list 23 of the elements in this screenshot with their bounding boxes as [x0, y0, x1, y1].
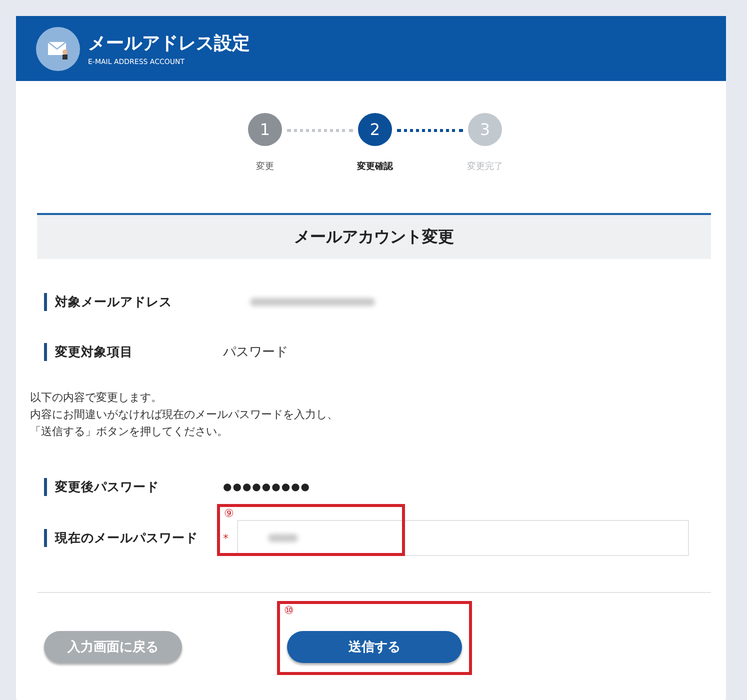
- step-number: 2: [358, 113, 392, 146]
- field-label: 対象メールアドレス: [44, 293, 223, 311]
- step-number: 3: [468, 113, 502, 146]
- page-title: メールアドレス設定: [88, 32, 250, 55]
- step-connector: [287, 129, 353, 135]
- step-label: 変更確認: [357, 160, 393, 173]
- field-label: 変更対象項目: [44, 343, 223, 361]
- instruction-text: 以下の内容で変更します。 内容にお間違いがなければ現在のメールパスワードを入力し、 「送信する」ボタンを押してください。: [30, 390, 339, 440]
- step-connector: [397, 129, 463, 135]
- masked-password: ●●●●●●●●●: [223, 482, 311, 492]
- step-label: 変更完了: [467, 160, 503, 173]
- annotation-number: ⑨: [224, 507, 234, 520]
- field-label: 変更後パスワード: [44, 478, 223, 496]
- envelope-icon: [36, 26, 80, 70]
- section-title: メールアカウント変更: [37, 213, 711, 259]
- step-label: 変更: [256, 160, 274, 173]
- submit-button[interactable]: 送信する: [287, 631, 462, 663]
- field-label: 現在のメールパスワード: [44, 529, 223, 547]
- annotation-number: ⑩: [284, 604, 294, 617]
- step-number: 1: [248, 113, 282, 146]
- redacted-value: [268, 534, 298, 542]
- field-value: パスワード: [223, 344, 288, 361]
- required-mark: *: [223, 532, 230, 544]
